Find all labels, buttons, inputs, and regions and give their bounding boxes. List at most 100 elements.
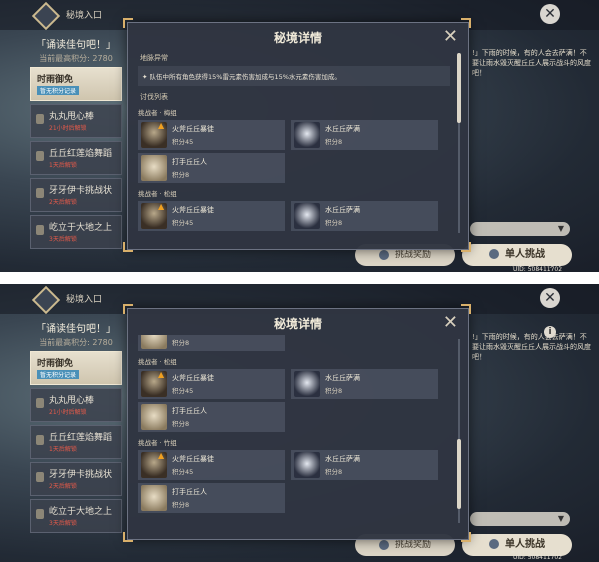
challenge-item-4[interactable]: 牙牙伊卡挑战状 2天后解锁 (30, 462, 122, 496)
enemy-card: 水丘丘萨满 积分8 (291, 369, 438, 399)
enemy-row: 打手丘丘人 积分8 (138, 483, 450, 513)
challenge-item-2[interactable]: 丸丸甩心棒 21小时后解锁 (30, 388, 122, 422)
close-icon[interactable]: ✕ (540, 4, 560, 24)
team-dropdown[interactable]: ▼ (470, 222, 570, 236)
lock-icon (36, 472, 44, 482)
header-title: 秘境入口 (66, 11, 103, 21)
screenshot-top: 秘境入口 ✕ 「诵读佳句吧！」 当前最高积分: 2780 时雨御免 暂无积分记录… (0, 0, 599, 272)
enemy-row: 打手丘丘人 积分8 (138, 335, 450, 351)
lock-icon (36, 398, 44, 408)
warning-icon: ▲ (158, 202, 165, 211)
enemy-portrait (141, 335, 167, 349)
enemy-card: 打手丘丘人 积分8 (138, 153, 285, 183)
modal-title: 秘境详情 (273, 31, 322, 45)
event-title: 「诵读佳句吧！」 (36, 324, 116, 335)
scroll-thumb[interactable] (457, 439, 461, 509)
info-icon[interactable]: i (544, 326, 556, 338)
group-label: 挑战者 · 松组 (138, 190, 177, 198)
challenge-item-4[interactable]: 牙牙伊卡挑战状 2天后解锁 (30, 178, 122, 212)
challenge-item-3[interactable]: 丘丘红莲焰舞蹈 1天后解锁 (30, 425, 122, 459)
enemy-row: 打手丘丘人 积分8 (138, 153, 450, 183)
lock-icon (36, 435, 44, 445)
modal-body: 打手丘丘人 积分8 挑战者 · 松组 ▲ 火斧丘丘暴徒 积分45 水丘丘萨满 积… (138, 335, 450, 535)
corner-ornament (461, 304, 471, 314)
corner-ornament (461, 532, 471, 542)
enemy-card: 水丘丘萨满 积分8 (291, 201, 438, 231)
uid-label: UID: 508411702 (513, 554, 563, 561)
enemies-label: 讨伐列表 (140, 93, 168, 101)
group-label: 挑战者 · 松组 (138, 358, 177, 366)
lock-icon (36, 151, 44, 161)
enemy-portrait (294, 122, 320, 148)
enemy-row: ▲ 火斧丘丘暴徒 积分45 水丘丘萨满 积分8 (138, 369, 450, 399)
enemy-card: ▲ 火斧丘丘暴徒 积分45 (138, 450, 285, 480)
challenge-item-5[interactable]: 屹立于大地之上 3天后解锁 (30, 215, 122, 249)
warning-icon: ▲ (158, 370, 165, 379)
domain-details-modal: 秘境详情 ✕ 打手丘丘人 积分8 挑战者 · 松组 ▲ 火斧丘丘暴徒 积分45 (127, 308, 469, 540)
enemy-card: 水丘丘萨满 积分8 (291, 450, 438, 480)
domain-icon (31, 1, 61, 31)
team-dropdown[interactable]: ▼ (470, 512, 570, 526)
ley-line-label: 地脉异常 (140, 54, 168, 62)
reward-icon (378, 539, 389, 550)
warning-icon: ▲ (158, 451, 165, 460)
enemy-portrait (294, 452, 320, 478)
close-icon[interactable]: ✕ (443, 26, 458, 47)
domain-icon (31, 285, 61, 315)
warning-icon: ▲ (158, 121, 165, 130)
enemy-row: 打手丘丘人 积分8 (138, 402, 450, 432)
enemy-row: ▲ 火斧丘丘暴徒 积分45 水丘丘萨满 积分8 (138, 120, 450, 150)
scrollbar[interactable] (457, 53, 461, 233)
group-label: 挑战者 · 梅组 (138, 109, 177, 117)
challenge-list: 「诵读佳句吧！」 当前最高积分: 2780 时雨御免 暂无积分记录 丸丸甩心棒 … (30, 316, 122, 533)
enemy-card: 水丘丘萨满 积分8 (291, 120, 438, 150)
group-label: 挑战者 · 竹组 (138, 439, 177, 447)
event-score: 当前最高积分: 2780 (39, 54, 113, 63)
enemy-card: ▲ 火斧丘丘暴徒 积分45 (138, 201, 285, 231)
separator (0, 272, 599, 284)
enemy-row: ▲ 火斧丘丘暴徒 积分45 水丘丘萨满 积分8 (138, 450, 450, 480)
enemy-card: 打手丘丘人 积分8 (138, 335, 285, 351)
enemy-portrait (294, 203, 320, 229)
enemy-card: 打手丘丘人 积分8 (138, 483, 285, 513)
close-icon[interactable]: ✕ (443, 312, 458, 333)
event-title: 「诵读佳句吧！」 (36, 40, 116, 51)
enemy-card: ▲ 火斧丘丘暴徒 积分45 (138, 120, 285, 150)
enemy-card: 打手丘丘人 积分8 (138, 402, 285, 432)
enemy-portrait (141, 155, 167, 181)
challenge-item-3[interactable]: 丘丘红莲焰舞蹈 1天后解锁 (30, 141, 122, 175)
lock-icon (36, 114, 44, 124)
close-icon[interactable]: ✕ (540, 288, 560, 308)
domain-details-modal: 秘境详情 ✕ 地脉异常 ✦ 队伍中所有角色获得15%雷元素伤害加成与15%水元素… (127, 22, 469, 250)
challenge-description: !」下雨的时候，有的人会去萨满！不要让雨水毁灭醒丘丘人展示战斗的风度吧！ (472, 49, 591, 77)
lock-icon (36, 509, 44, 519)
lock-icon (36, 225, 44, 235)
corner-ornament (461, 18, 471, 28)
enemy-row: ▲ 火斧丘丘暴徒 积分45 水丘丘萨满 积分8 (138, 201, 450, 231)
challenge-description: !」下雨的时候，有的人会去萨满！不要让雨水毁灭醒丘丘人展示战斗的风度吧！ (472, 333, 591, 361)
challenge-icon (489, 539, 499, 549)
modal-title: 秘境详情 (273, 317, 322, 331)
reward-icon (378, 249, 389, 260)
scrollbar[interactable] (457, 339, 461, 523)
screenshot-bottom: 秘境入口 ✕ 「诵读佳句吧！」 当前最高积分: 2780 时雨御免 暂无积分记录… (0, 284, 599, 562)
challenge-item-5[interactable]: 屹立于大地之上 3天后解锁 (30, 499, 122, 533)
challenge-icon (489, 249, 499, 259)
chevron-down-icon: ▼ (557, 514, 564, 523)
challenge-item-2[interactable]: 丸丸甩心棒 21小时后解锁 (30, 104, 122, 138)
corner-ornament (123, 242, 133, 252)
corner-ornament (123, 18, 133, 28)
challenge-item-1[interactable]: 时雨御免 暂无积分记录 (30, 67, 122, 101)
corner-ornament (123, 532, 133, 542)
header-title: 秘境入口 (66, 295, 103, 305)
challenge-list: 「诵读佳句吧！」 当前最高积分: 2780 时雨御免 暂无积分记录 丸丸甩心棒 … (30, 32, 122, 249)
enemy-portrait (141, 404, 167, 430)
challenge-item-1[interactable]: 时雨御免 暂无积分记录 (30, 351, 122, 385)
lock-icon (36, 188, 44, 198)
modal-body: 地脉异常 ✦ 队伍中所有角色获得15%雷元素伤害加成与15%水元素伤害加成。 讨… (138, 49, 450, 245)
enemy-portrait (141, 485, 167, 511)
event-score: 当前最高积分: 2780 (39, 338, 113, 347)
enemy-card: ▲ 火斧丘丘暴徒 积分45 (138, 369, 285, 399)
scroll-thumb[interactable] (457, 53, 461, 123)
ley-line-text: ✦ 队伍中所有角色获得15%雷元素伤害加成与15%水元素伤害加成。 (138, 66, 450, 86)
